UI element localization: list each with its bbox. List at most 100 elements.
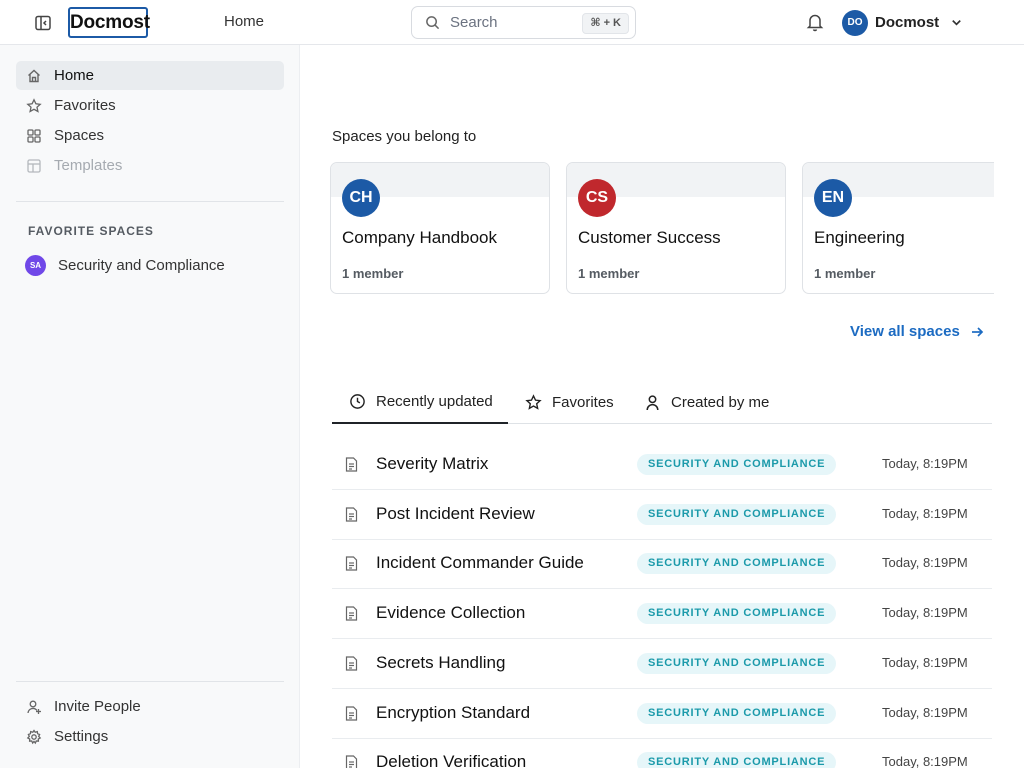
sidebar-item-label: Favorites bbox=[54, 97, 116, 114]
page-title: Post Incident Review bbox=[376, 504, 535, 523]
user-plus-icon bbox=[26, 699, 42, 715]
template-icon bbox=[26, 158, 42, 174]
sidebar-item-home[interactable]: Home bbox=[16, 61, 284, 90]
sidebar-toggle-icon[interactable] bbox=[31, 11, 55, 35]
page-title: Incident Commander Guide bbox=[376, 553, 584, 572]
favorite-space-item[interactable]: SA Security and Compliance bbox=[16, 251, 284, 279]
space-badge[interactable]: SECURITY AND COMPLIANCE bbox=[637, 454, 837, 475]
sidebar-divider bbox=[16, 681, 284, 682]
top-header: Docmost Home Search ⌘ + K DO Docmost bbox=[0, 0, 1024, 45]
clock-icon bbox=[348, 392, 366, 410]
updated-time: Today, 8:19PM bbox=[882, 605, 968, 620]
space-card-engineering[interactable]: EN Engineering 1 member bbox=[802, 162, 994, 294]
sidebar-item-label: Settings bbox=[54, 728, 109, 745]
space-avatar: CH bbox=[342, 179, 380, 217]
tab-created-by-me[interactable]: Created by me bbox=[627, 380, 769, 424]
space-avatar: SA bbox=[25, 254, 46, 276]
updated-time: Today, 8:19PM bbox=[882, 456, 968, 471]
tab-favorites[interactable]: Favorites bbox=[508, 380, 614, 424]
favorite-spaces-heading: FAVORITE SPACES bbox=[28, 224, 154, 238]
document-icon bbox=[343, 506, 359, 522]
space-name: Customer Success bbox=[578, 228, 721, 247]
updated-time: Today, 8:19PM bbox=[882, 754, 968, 768]
user-icon bbox=[643, 393, 661, 411]
sidebar-item-label: Spaces bbox=[54, 127, 105, 144]
search-icon bbox=[424, 15, 440, 31]
star-icon bbox=[524, 393, 542, 411]
space-badge[interactable]: SECURITY AND COMPLIANCE bbox=[637, 703, 837, 724]
document-icon bbox=[343, 655, 359, 671]
space-card-company-handbook[interactable]: CH Company Handbook 1 member bbox=[330, 162, 550, 294]
sidebar-item-label: Templates bbox=[54, 157, 123, 174]
sidebar-item-templates[interactable]: Templates bbox=[16, 151, 284, 180]
user-menu[interactable]: DO Docmost bbox=[842, 9, 963, 36]
space-name: Engineering bbox=[814, 228, 905, 247]
space-name: Company Handbook bbox=[342, 228, 497, 247]
document-icon bbox=[343, 705, 359, 721]
document-icon bbox=[343, 555, 359, 571]
space-badge[interactable]: SECURITY AND COMPLIANCE bbox=[637, 752, 837, 768]
search-shortcut-badge: ⌘ + K bbox=[582, 13, 629, 34]
list-item[interactable]: Post Incident Review SECURITY AND COMPLI… bbox=[332, 490, 992, 540]
tab-recently-updated[interactable]: Recently updated bbox=[332, 380, 508, 424]
sidebar-item-label: Invite People bbox=[54, 698, 141, 715]
tab-label: Created by me bbox=[671, 393, 770, 411]
document-icon bbox=[343, 605, 359, 621]
page-title: Evidence Collection bbox=[376, 603, 526, 622]
sidebar-item-settings[interactable]: Settings bbox=[16, 722, 284, 751]
page-tabs: Recently updated Favorites Created by me bbox=[332, 380, 992, 424]
list-item[interactable]: Encryption Standard SECURITY AND COMPLIA… bbox=[332, 689, 992, 739]
list-item[interactable]: Secrets Handling SECURITY AND COMPLIANCE… bbox=[332, 639, 992, 689]
tab-label: Recently updated bbox=[376, 392, 493, 410]
space-badge[interactable]: SECURITY AND COMPLIANCE bbox=[637, 553, 837, 574]
member-count: 1 member bbox=[814, 266, 876, 281]
sidebar-item-spaces[interactable]: Spaces bbox=[16, 121, 284, 150]
grid-icon bbox=[26, 128, 42, 144]
view-all-spaces-link[interactable]: View all spaces bbox=[850, 323, 985, 340]
sidebar-divider bbox=[16, 201, 284, 202]
tab-label: Favorites bbox=[552, 393, 614, 411]
member-count: 1 member bbox=[578, 266, 640, 281]
page-title: Severity Matrix bbox=[376, 454, 489, 473]
search-placeholder: Search bbox=[450, 14, 498, 31]
notification-bell-icon[interactable] bbox=[805, 11, 825, 33]
avatar: DO bbox=[842, 9, 868, 36]
sidebar-item-label: Home bbox=[54, 67, 95, 84]
updated-time: Today, 8:19PM bbox=[882, 555, 968, 570]
nav-home-link[interactable]: Home bbox=[224, 13, 264, 30]
sidebar-item-favorites[interactable]: Favorites bbox=[16, 91, 284, 120]
updated-time: Today, 8:19PM bbox=[882, 506, 968, 521]
space-avatar: EN bbox=[814, 179, 852, 217]
home-icon bbox=[26, 68, 42, 84]
page-title: Secrets Handling bbox=[376, 653, 506, 672]
gear-icon bbox=[26, 728, 42, 745]
space-avatar: CS bbox=[578, 179, 616, 217]
arrow-right-icon bbox=[969, 324, 985, 340]
sidebar-item-invite-people[interactable]: Invite People bbox=[16, 692, 284, 721]
star-icon bbox=[26, 97, 42, 114]
user-name: Docmost bbox=[875, 14, 940, 31]
chevron-down-icon bbox=[949, 16, 963, 30]
app-logo[interactable]: Docmost bbox=[68, 7, 150, 38]
view-all-label: View all spaces bbox=[850, 323, 960, 340]
document-icon bbox=[343, 456, 359, 472]
page-title: Deletion Verification bbox=[376, 752, 527, 768]
search-input[interactable]: Search ⌘ + K bbox=[411, 6, 636, 39]
updated-time: Today, 8:19PM bbox=[882, 655, 968, 670]
space-badge[interactable]: SECURITY AND COMPLIANCE bbox=[637, 504, 837, 525]
list-item[interactable]: Evidence Collection SECURITY AND COMPLIA… bbox=[332, 589, 992, 639]
space-badge[interactable]: SECURITY AND COMPLIANCE bbox=[637, 603, 837, 624]
spaces-section-title: Spaces you belong to bbox=[332, 128, 477, 145]
recent-pages-list: Severity Matrix SECURITY AND COMPLIANCE … bbox=[332, 440, 992, 768]
list-item[interactable]: Severity Matrix SECURITY AND COMPLIANCE … bbox=[332, 440, 992, 490]
page-title: Encryption Standard bbox=[376, 703, 531, 722]
favorite-space-label: Security and Compliance bbox=[58, 256, 225, 274]
document-icon bbox=[343, 754, 359, 768]
sidebar: Home Favorites Spaces Templates FAVORITE… bbox=[0, 45, 300, 768]
list-item[interactable]: Incident Commander Guide SECURITY AND CO… bbox=[332, 539, 992, 589]
space-badge[interactable]: SECURITY AND COMPLIANCE bbox=[637, 653, 837, 674]
space-card-customer-success[interactable]: CS Customer Success 1 member bbox=[566, 162, 786, 294]
updated-time: Today, 8:19PM bbox=[882, 705, 968, 720]
list-item[interactable]: Deletion Verification SECURITY AND COMPL… bbox=[332, 738, 992, 768]
member-count: 1 member bbox=[342, 266, 404, 281]
